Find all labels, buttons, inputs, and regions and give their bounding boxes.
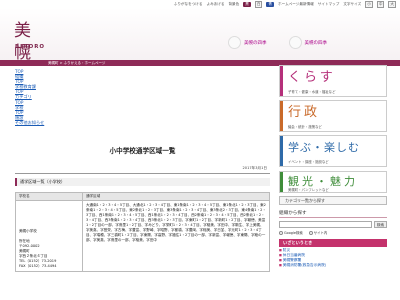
tile-living[interactable]: くらす 子育て・健康・水道・福祉など [279, 65, 387, 97]
sitemap-link[interactable]: サイトマップ [318, 2, 340, 7]
mascot-label: 美幌の四季 [244, 40, 267, 46]
col-header-area: 通学区域 [82, 192, 270, 201]
mascot-icon [288, 36, 302, 49]
bg-blue-button[interactable]: 青 [266, 2, 275, 7]
tile-accent [280, 171, 283, 192]
tile-title: くらす [288, 70, 336, 85]
emergency-link[interactable]: 美幌消防署(救急告示病院) [279, 263, 387, 268]
site-logo[interactable]: 美幌 [14, 20, 40, 63]
read-aloud-link[interactable]: よみあげる [206, 2, 224, 7]
mascot-1[interactable]: 美幌の四季 [228, 36, 267, 49]
divider [15, 173, 270, 174]
tile-title: 学ぶ・楽しむ [288, 141, 360, 155]
left-nav: TOP 組織 TOP 学校教育課 TOP カテゴリ TOP 学校 TOP 施設 … [15, 69, 85, 125]
section-heading: 通学区域一覧（小学校） [15, 178, 270, 186]
tile-subtitle: イベント・講座・施設など [288, 160, 329, 165]
radio-icon [279, 230, 283, 235]
font-size-label: 文字サイズ [343, 2, 362, 6]
tile-title: 行政 [288, 105, 321, 121]
tile-subtitle: 議会・統計・施策など [288, 125, 322, 130]
table-header-row: 学校名 通学区域 [15, 192, 270, 201]
site-header: 美幌 BIHORO 美幌の四季 美幌の四季 [0, 8, 400, 63]
bg-color-label: 背景色 [228, 2, 240, 6]
font-size-small[interactable]: 小 [365, 1, 373, 8]
school-district-table: 学校名 通学区域 美幌小学校 所在地 〒092-0002 美幌町 字西２条北４丁… [15, 192, 270, 272]
mascot-2[interactable]: 美幌の四季 [288, 36, 328, 49]
org-search-label: 組織から探す [279, 210, 387, 218]
tile-learn-enjoy[interactable]: 学ぶ・楽しむ イベント・講座・施設など [279, 135, 387, 168]
right-sidebar: くらす 子育て・健康・水道・福祉など 行政 議会・統計・施策など 学ぶ・楽しむ … [279, 65, 387, 269]
logo-roman: BIHORO [15, 44, 45, 50]
mascot-row: 美幌の四季 美幌の四季 [228, 36, 327, 49]
tile-administration[interactable]: 行政 議会・統計・施策など [279, 100, 387, 133]
school-info-cell: 美幌小学校 所在地 〒092-0002 美幌町 字西２条北４丁目 TEL（015… [15, 200, 83, 272]
publish-date: 2017年3月1日 [242, 166, 268, 170]
emergency-links: 防災 休日当番病院 美幌警察署 美幌消防署(救急告示病院) [279, 248, 387, 269]
tile-accent [280, 66, 283, 96]
radio-label: Google検索 [284, 230, 303, 235]
radio-site[interactable]: サイト内 [308, 230, 328, 235]
bg-black-button[interactable]: 黒 [243, 2, 251, 7]
radio-icon [308, 230, 313, 235]
tile-accent [280, 101, 283, 132]
logo-kanji: 美幌 [14, 21, 31, 63]
left-nav-item[interactable]: その他お知らせ [15, 120, 85, 125]
col-header-school: 学校名 [15, 192, 83, 201]
tile-subtitle: 美幌町・パンフレットなど [288, 187, 329, 192]
font-size-medium[interactable]: 中 [376, 1, 385, 8]
font-size-large[interactable]: 大 [388, 1, 396, 8]
top-utility-nav: ふりがなをつける よみあげる 背景色 黒 白 青 ホームページ最新情報 サイトマ… [174, 1, 396, 8]
tile-tourism[interactable]: 観光・魅力 美幌町・パンフレットなど [279, 170, 387, 193]
breadcrumb-text[interactable]: 美幌町 > ふりかえる・ホームページ [48, 61, 105, 66]
table-row: 美幌小学校 所在地 〒092-0002 美幌町 字西２条北４丁目 TEL（015… [15, 200, 270, 272]
mascot-label: 美幌の四季 [304, 40, 328, 46]
bg-white-button[interactable]: 白 [254, 1, 263, 8]
radio-label: サイト内 [313, 230, 328, 235]
furigana-link[interactable]: ふりがなをつける [174, 2, 203, 7]
tile-accent [280, 136, 283, 167]
search-button[interactable]: 検索 [374, 220, 387, 228]
latest-info-link[interactable]: ホームページ最新情報 [278, 2, 314, 7]
search-input[interactable] [279, 220, 372, 228]
area-cell: 大通南1・2・3・4・5丁目、大通北1・2・3・4丁目、東1条南1・2・3・4・… [82, 200, 270, 272]
mascot-icon [228, 36, 241, 49]
category-list-button[interactable]: カテゴリ一覧から探す [279, 195, 387, 205]
tile-subtitle: 子育て・健康・水道・福祉など [288, 90, 336, 94]
school-line: FAX（0152）73-4494 [19, 264, 57, 268]
page-title: 小中学校通学区域一覧 [109, 147, 176, 155]
emergency-heading: いざというとき [279, 238, 387, 247]
search-scope: Google検索 サイト内 [279, 230, 387, 235]
search-row: 検索 [279, 220, 387, 228]
radio-google[interactable]: Google検索 [279, 230, 303, 235]
